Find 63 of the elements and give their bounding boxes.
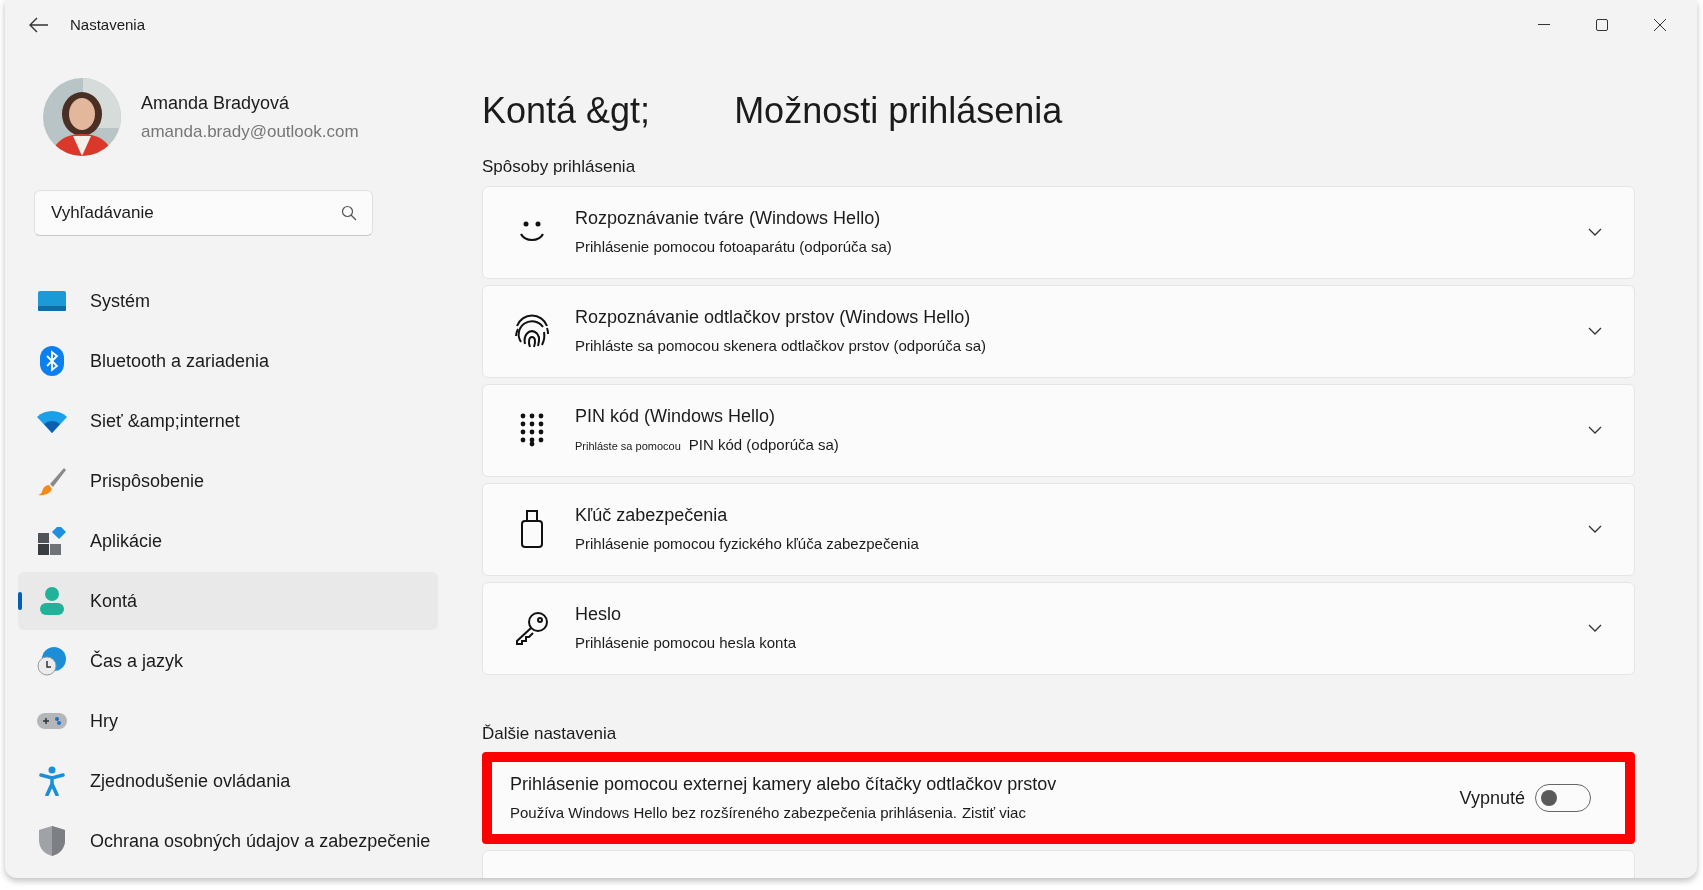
usb-key-icon <box>521 510 543 548</box>
section-heading: Ďalšie nastavenia <box>482 722 618 745</box>
chevron-down-icon <box>1588 525 1602 533</box>
settings-card[interactable]: PIN kód (Windows Hello) Prihláste sa pomocou PIN kód (odporúča sa) <box>482 383 1635 477</box>
toggle-state-label: Vypnuté <box>1459 786 1525 810</box>
nav-item[interactable]: Čas a jazyk <box>18 632 438 690</box>
globe-clock-icon <box>36 646 67 676</box>
bluetooth-icon <box>39 346 64 376</box>
person-icon <box>38 587 65 615</box>
nav-item[interactable]: Sieť &amp;internet <box>18 392 438 450</box>
nav-item[interactable]: Zjednodušenie ovládania <box>18 752 438 810</box>
chevron-down-icon <box>1588 624 1602 632</box>
paintbrush-icon <box>37 466 66 496</box>
nav-item[interactable]: Systém <box>18 272 438 330</box>
learn-more-link[interactable]: Zistiť viac <box>961 802 1026 825</box>
gamepad-icon <box>36 711 67 731</box>
card-title: Heslo <box>575 603 623 627</box>
apps-icon <box>37 527 66 555</box>
page-title: Možnosti prihlásenia <box>734 89 1063 133</box>
accessibility-icon <box>38 766 65 796</box>
minimize-icon <box>1538 24 1550 26</box>
card-subtitle: Prihlásenie pomocou fyzického kľúča zabezpečenia <box>575 534 919 555</box>
card-subtitle: Prihláste sa pomocou skenera odtlačkov prstov (odporúča sa) <box>575 336 987 357</box>
fingerprint-icon <box>513 312 551 350</box>
close-icon <box>1654 19 1666 31</box>
card-title: Kľúč zabezpečenia <box>575 504 729 528</box>
chevron-down-icon <box>1588 228 1602 236</box>
card-title: PIN kód (Windows Hello) <box>575 405 777 429</box>
nav-item[interactable]: Hry <box>18 692 438 750</box>
nav-item[interactable]: Ochrana osobných údajov a zabezpečenie <box>18 812 438 870</box>
key-icon <box>515 611 549 645</box>
nav-item[interactable]: Prispôsobenie <box>18 452 438 510</box>
card-subtitle: Prihlásenie pomocou fotoaparátu (odporúča sa) <box>575 237 892 258</box>
card-subtitle: Používa Windows Hello bez rozšíreného zabezpečenia prihlásenia. <box>510 803 957 824</box>
chevron-down-icon <box>1588 327 1602 335</box>
card-subtitle-small: Prihláste sa pomocou <box>575 439 681 455</box>
card-subtitle: Prihlásenie pomocou hesla konta <box>575 633 796 654</box>
card-title: Rozpoznávanie odtlačkov prstov (Windows Hello) <box>575 306 972 330</box>
card-title: Rozpoznávanie tváre (Windows Hello) <box>575 207 882 231</box>
window-title: Nastavenia <box>70 14 146 35</box>
settings-card[interactable]: Heslo Prihlásenie pomocou hesla konta <box>482 581 1635 675</box>
profile-email: amanda.brady@outlook.com <box>141 120 359 143</box>
settings-card[interactable]: Kľúč zabezpečenia Prihlásenie pomocou fyzického kľúča zabezpečenia <box>482 482 1635 576</box>
nav-item[interactable]: Kontá <box>18 572 438 630</box>
smiley-icon <box>518 221 546 243</box>
chevron-down-icon <box>1588 426 1602 434</box>
keypad-icon <box>520 413 544 447</box>
nav-item[interactable]: Bluetooth a zariadenia <box>18 332 438 390</box>
section-heading: Spôsoby prihlásenia <box>482 156 637 178</box>
card-title: Prihlásenie pomocou externej kamery alebo čítačky odtlačkov prstov <box>510 773 1057 797</box>
monitor-icon <box>37 290 66 312</box>
breadcrumb-parent[interactable]: Kontá &gt; <box>482 84 651 138</box>
wifi-icon <box>36 409 67 433</box>
shield-icon <box>38 826 65 856</box>
nav-item[interactable]: Aplikácie <box>18 512 438 570</box>
profile-name: Amanda Bradyová <box>141 91 291 115</box>
back-arrow-icon <box>29 17 49 33</box>
settings-card[interactable]: Rozpoznávanie odtlačkov prstov (Windows Hello) Prihláste sa pomocou skenera odtlačkov prstov (odporúča sa) <box>482 284 1635 378</box>
settings-card[interactable]: Rozpoznávanie tváre (Windows Hello) Prihlásenie pomocou fotoaparátu (odporúča sa) <box>482 185 1635 279</box>
search-icon <box>341 205 357 221</box>
maximize-icon <box>1596 19 1608 31</box>
search-field[interactable]: Vyhľadávanie <box>34 190 373 236</box>
card-subtitle: PIN kód (odporúča sa) <box>688 435 839 456</box>
